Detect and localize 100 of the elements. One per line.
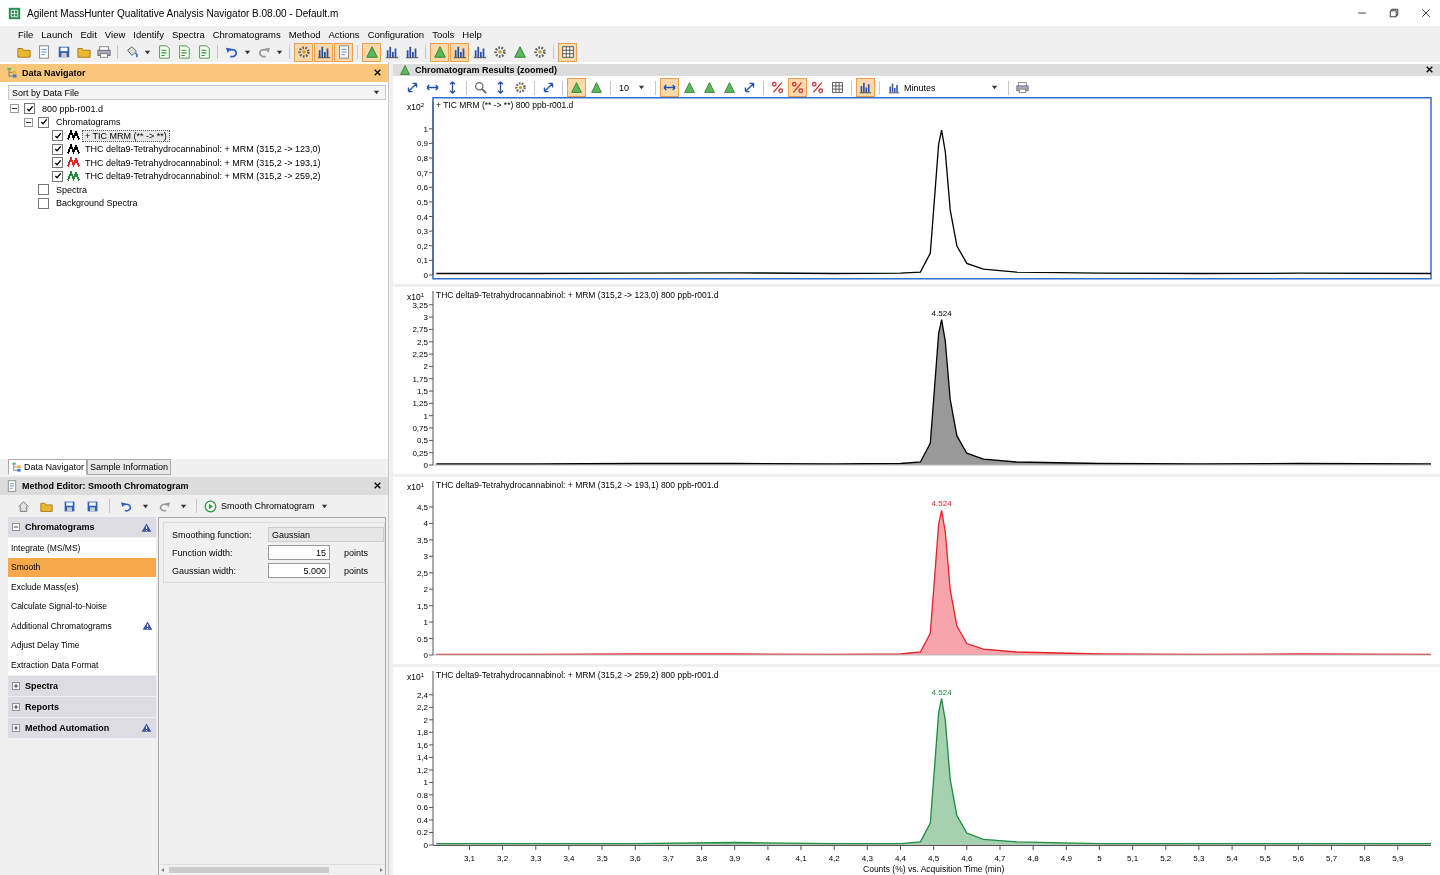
- chart-title: THC delta9-Tetrahydrocannabinol: + MRM (315,2 -> 193,1) 800 ppb-r001.d: [436, 480, 719, 490]
- caret-icon[interactable]: [144, 48, 151, 56]
- restore-icon[interactable]: [1388, 7, 1400, 19]
- home-icon: [17, 499, 30, 513]
- toolbar-button[interactable]: [294, 42, 313, 62]
- toolbar-button[interactable]: [660, 78, 679, 97]
- window-title: Agilent MassHunter Qualitative Analysis Navigator B.08.00 - Default.m: [27, 7, 339, 19]
- close-icon[interactable]: [373, 67, 382, 77]
- y-tick-label: 2,4: [416, 690, 428, 700]
- menu-item[interactable]: Tools: [428, 28, 459, 40]
- group-header[interactable]: Chromatograms: [8, 517, 156, 537]
- window-close-icon[interactable]: [1420, 7, 1432, 19]
- tree-item[interactable]: Chromatograms: [53, 116, 124, 129]
- gear-icon: [296, 45, 311, 59]
- chart-title: THC delta9-Tetrahydrocannabinol: + MRM (315,2 -> 123,0) 800 ppb-r001.d: [436, 290, 719, 300]
- caret-icon[interactable]: [180, 502, 187, 510]
- checkbox[interactable]: [52, 130, 63, 142]
- toolbar-button[interactable]: [856, 78, 875, 97]
- menu-item[interactable]: Configuration: [363, 28, 429, 40]
- tree-item[interactable]: THC delta9-Tetrahydrocannabinol: + MRM (315,2 -> 259,2): [82, 170, 324, 183]
- play-icon[interactable]: [204, 499, 217, 513]
- y-tick-label: 2: [423, 715, 428, 725]
- expand-toggle[interactable]: [24, 117, 33, 127]
- x-tick-label: 5,1: [1127, 854, 1139, 863]
- x-tick-label: 3,7: [662, 854, 674, 863]
- menu-item[interactable]: Chromatograms: [208, 28, 285, 40]
- y-tick-label: 0,5: [416, 436, 428, 446]
- toolbar-button[interactable]: [314, 42, 333, 62]
- toolbar-button[interactable]: [788, 78, 807, 97]
- x-tick-label: 3,6: [629, 854, 641, 863]
- toolbar-button[interactable]: [430, 42, 449, 62]
- caret-icon[interactable]: [244, 48, 251, 56]
- peak-icon: [399, 64, 411, 76]
- input-field[interactable]: 5.000: [268, 563, 330, 578]
- y-tick-label: 0,6: [416, 183, 428, 193]
- tree-item[interactable]: THC delta9-Tetrahydrocannabinol: + MRM (315,2 -> 193,1): [82, 156, 324, 169]
- checkbox[interactable]: [52, 170, 63, 182]
- x-tick-label: 4: [765, 854, 771, 863]
- input-field[interactable]: 15: [268, 545, 330, 560]
- toolbar-button[interactable]: [558, 42, 577, 62]
- checkbox[interactable]: [52, 157, 63, 169]
- sort-dropdown[interactable]: Sort by Data File: [8, 85, 386, 100]
- bars-icon: [384, 45, 399, 59]
- x-tick-label: 5: [1097, 854, 1102, 863]
- tree-item[interactable]: 800 ppb-r001.d: [39, 102, 107, 115]
- tree-item[interactable]: THC delta9-Tetrahydrocannabinol: + MRM (315,2 -> 123,0): [82, 143, 324, 156]
- diagonal-arrows-icon: [406, 81, 419, 94]
- checkbox[interactable]: [38, 116, 49, 128]
- toolbar-button[interactable]: [334, 42, 353, 62]
- group-header[interactable]: Reports: [8, 696, 156, 717]
- panel-title: Chromatogram Results (zoomed): [415, 65, 557, 75]
- checkbox[interactable]: [38, 197, 49, 209]
- nav-item[interactable]: Additional Chromatograms: [8, 616, 156, 636]
- action-dropdown[interactable]: Smooth Chromatogram: [221, 501, 315, 511]
- nav-item[interactable]: Smooth: [8, 557, 156, 577]
- toolbar-button[interactable]: [450, 42, 469, 62]
- group-header[interactable]: Method Automation: [8, 717, 156, 738]
- bars-icon: [404, 45, 419, 59]
- tree-item[interactable]: Spectra: [53, 183, 91, 196]
- gear-icon: [492, 45, 507, 59]
- nav-item[interactable]: Adjust Delay Time: [8, 635, 156, 655]
- caret-icon[interactable]: [276, 48, 283, 56]
- nav-item[interactable]: Exclude Mass(es): [8, 577, 156, 597]
- menu-item[interactable]: View: [100, 28, 130, 40]
- nav-item[interactable]: Calculate Signal-to-Noise: [8, 596, 156, 616]
- menu-item[interactable]: Method: [284, 28, 325, 40]
- panel-tab[interactable]: Sample Information: [87, 459, 172, 475]
- menu-item[interactable]: Help: [458, 28, 486, 40]
- menu-item[interactable]: Edit: [76, 28, 101, 40]
- panel-title: Method Editor: Smooth Chromatogram: [22, 481, 189, 491]
- checkbox[interactable]: [52, 143, 63, 155]
- toolbar-button[interactable]: [362, 42, 381, 62]
- nav-item[interactable]: Integrate (MS/MS): [8, 538, 156, 558]
- x-tick-label: 3,3: [530, 854, 542, 863]
- y-tick-label: 0,7: [416, 168, 428, 178]
- menu-item[interactable]: File: [14, 28, 38, 40]
- menu-item[interactable]: Identify: [129, 28, 168, 40]
- caret-icon[interactable]: [320, 502, 328, 510]
- y-tick-label: 0,8: [416, 154, 428, 164]
- close-icon[interactable]: [373, 480, 382, 490]
- nav-item[interactable]: Extraction Data Format: [8, 655, 156, 675]
- collapse-icon: [12, 523, 20, 531]
- menu-item[interactable]: Spectra: [167, 28, 209, 40]
- expand-toggle[interactable]: [10, 104, 19, 114]
- menu-item[interactable]: Actions: [324, 28, 364, 40]
- y-tick-label: 1: [423, 618, 428, 628]
- scrollbar[interactable]: [159, 864, 385, 875]
- close-icon[interactable]: [1425, 64, 1434, 74]
- panel-tab[interactable]: Data Navigator: [8, 459, 88, 475]
- tree-item[interactable]: + TIC MRM (** -> **): [82, 129, 170, 142]
- y-tick-label: 3: [423, 552, 428, 562]
- checkbox[interactable]: [38, 184, 49, 196]
- group-header[interactable]: Spectra: [8, 675, 156, 696]
- checkbox[interactable]: [24, 103, 35, 115]
- tree-item[interactable]: Background Spectra: [53, 197, 141, 210]
- x-tick-label: 3,8: [696, 854, 708, 863]
- x-tick-label: 5,6: [1292, 854, 1304, 863]
- folder-icon: [76, 45, 91, 59]
- menu-item[interactable]: Launch: [37, 28, 77, 40]
- caret-icon[interactable]: [142, 502, 149, 510]
